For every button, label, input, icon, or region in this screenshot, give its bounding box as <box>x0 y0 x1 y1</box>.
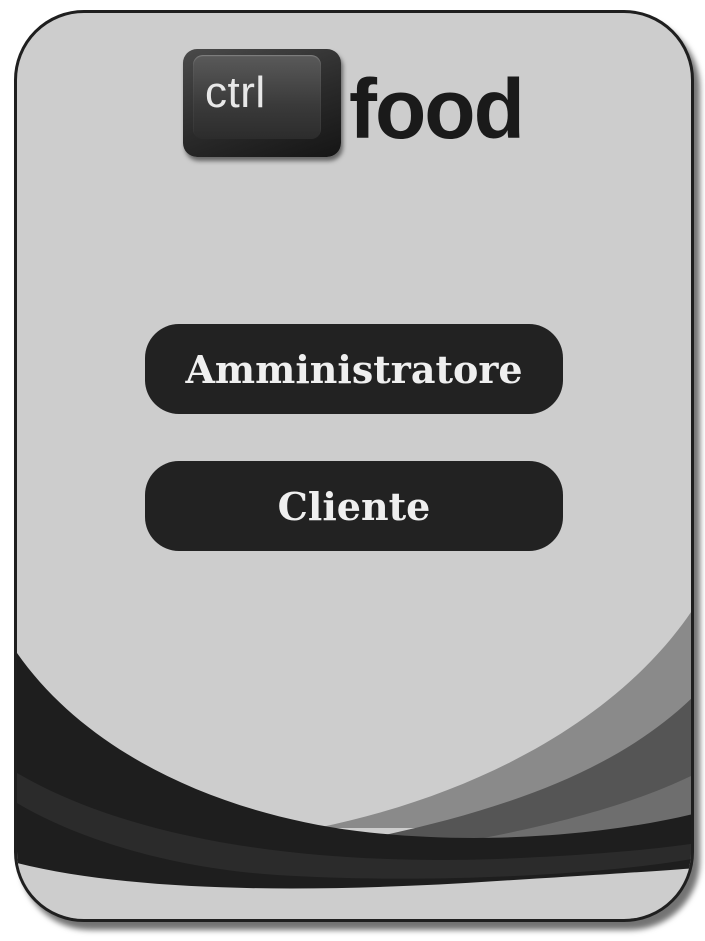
logo-brand-text: food <box>349 62 525 156</box>
ctrl-key-icon: ctrl <box>183 49 341 157</box>
admin-button[interactable]: Amministratore <box>145 324 563 414</box>
client-button[interactable]: Cliente <box>145 461 563 551</box>
role-selection-card: ctrl food Amministratore Cliente <box>14 10 694 922</box>
logo-key-text: ctrl <box>205 68 266 117</box>
ctrlfood-logo: ctrl food <box>183 49 543 169</box>
